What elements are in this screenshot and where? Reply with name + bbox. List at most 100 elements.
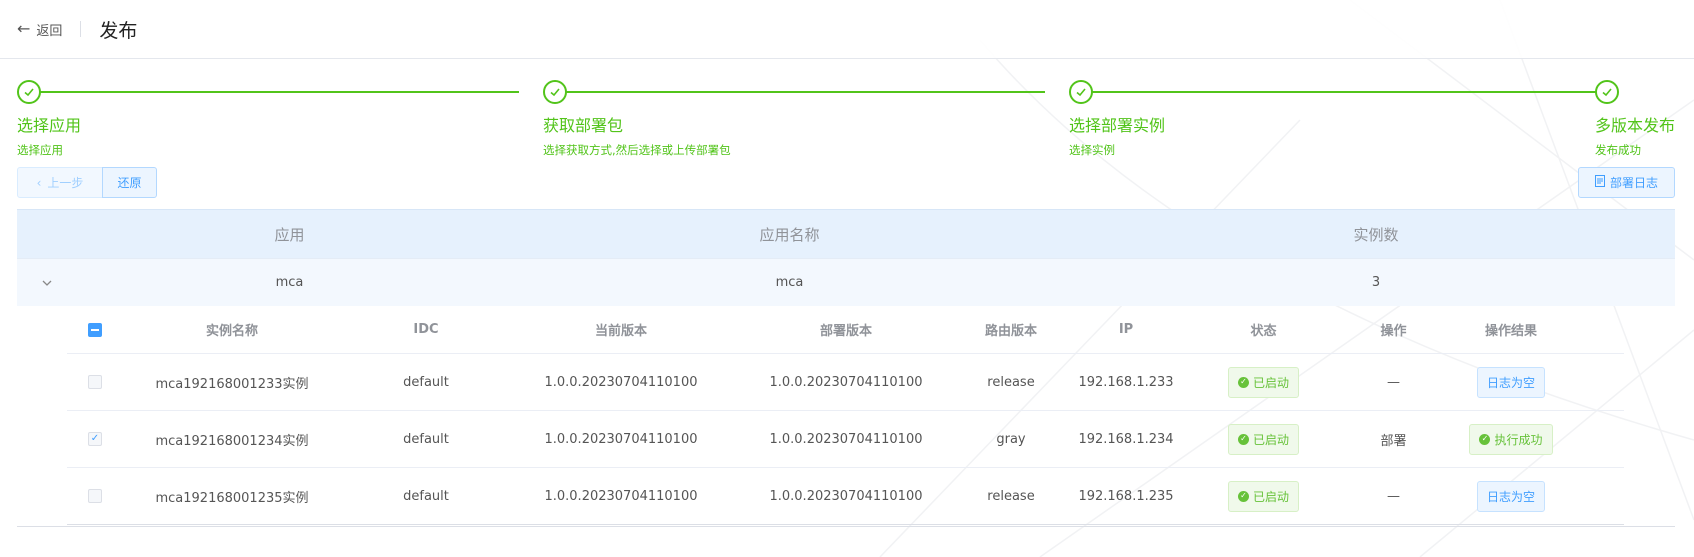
page-header: ← 返回 发布	[0, 0, 1694, 59]
column-header: 状态	[1250, 324, 1277, 339]
step-title: 选择部署实例	[1069, 116, 1166, 135]
ip-cell: 192.168.1.234	[1078, 431, 1174, 447]
status-badge: ✓ 已启动	[1191, 480, 1336, 512]
step-4: 多版本发布 发布成功	[1595, 112, 1675, 158]
table-row[interactable]: mca mca 3	[17, 258, 1675, 306]
column-header: 路由版本	[984, 324, 1037, 339]
back-button[interactable]: ← 返回	[17, 20, 62, 39]
idc-cell: default	[403, 488, 449, 504]
deploy-version: 1.0.0.20230704110100	[769, 488, 923, 504]
operation-cell: 部署	[1380, 433, 1407, 449]
restore-button[interactable]: 还原	[102, 167, 157, 198]
ip-cell: 192.168.1.235	[1078, 488, 1174, 504]
deploy-version: 1.0.0.20230704110100	[769, 374, 923, 390]
step-title: 多版本发布	[1595, 116, 1676, 135]
row-checkbox[interactable]	[67, 489, 123, 503]
step-connector	[1091, 91, 1602, 93]
back-label: 返回	[36, 23, 63, 39]
checkbox-icon	[88, 489, 102, 503]
step-desc: 选择实例	[1069, 143, 1115, 157]
check-circle-icon: ✓	[1479, 433, 1491, 445]
current-version: 1.0.0.20230704110100	[544, 374, 698, 390]
table-row[interactable]: mca192168001235实例 default 1.0.0.20230704…	[67, 468, 1624, 525]
checkbox-icon	[88, 375, 102, 389]
table-bottom-border	[17, 526, 1675, 527]
steps: 选择应用 选择应用 获取部署包 选择获取方式,然后选择或上传部署包 选择部署实例…	[17, 80, 1675, 160]
application-table: 应用 应用名称 实例数 mca mca 3	[17, 209, 1675, 306]
column-header: 当前版本	[594, 324, 647, 339]
status-label: 已启动	[1252, 489, 1289, 504]
status-badge: ✓ 已启动	[1191, 423, 1336, 455]
document-icon	[1594, 175, 1605, 190]
page-title: 发布	[99, 19, 138, 42]
step-desc: 选择获取方式,然后选择或上传部署包	[543, 143, 731, 157]
column-header: 实例数	[1353, 225, 1399, 244]
route-version: release	[987, 488, 1035, 504]
step-check-icon	[1595, 80, 1619, 104]
checkbox-checked-icon: ✓	[88, 432, 102, 446]
result-badge[interactable]: ✓ 执行成功	[1451, 423, 1571, 455]
deploy-version: 1.0.0.20230704110100	[769, 431, 923, 447]
deploy-log-button[interactable]: 部署日志	[1578, 167, 1675, 198]
step-3: 选择部署实例 选择实例	[1069, 112, 1165, 158]
app-name-cell: mca	[775, 275, 804, 290]
table-row[interactable]: ✓ mca192168001234实例 default 1.0.0.202307…	[67, 411, 1624, 468]
step-check-icon	[1069, 80, 1093, 104]
step-title: 获取部署包	[543, 116, 624, 135]
row-checkbox[interactable]: ✓	[67, 432, 123, 446]
instances-cell: 3	[1371, 275, 1381, 290]
operation-cell: —	[1387, 488, 1400, 504]
step-connector	[565, 91, 1045, 93]
prev-step-button[interactable]: ‹ 上一步	[17, 167, 103, 198]
check-circle-icon: ✓	[1237, 376, 1249, 388]
result-label: 日志为空	[1476, 480, 1545, 512]
check-circle-icon: ✓	[1237, 490, 1249, 502]
column-header: IP	[1118, 322, 1134, 337]
step-check-icon	[543, 80, 567, 104]
select-all-checkbox[interactable]	[67, 322, 123, 337]
step-check-icon	[17, 80, 41, 104]
step-1: 选择应用 选择应用	[17, 112, 81, 158]
result-label: 日志为空	[1476, 366, 1545, 398]
route-version: gray	[996, 431, 1026, 447]
route-version: release	[987, 374, 1035, 390]
operation-cell: —	[1387, 374, 1400, 390]
column-header: 实例名称	[205, 324, 258, 339]
header-divider	[80, 21, 82, 37]
instance-name: mca192168001235实例	[155, 490, 309, 506]
prev-step-label: 上一步	[47, 176, 84, 190]
status-label: 已启动	[1252, 375, 1289, 390]
column-header: IDC	[413, 322, 439, 337]
arrow-left-icon: ←	[17, 19, 31, 38]
step-2: 获取部署包 选择获取方式,然后选择或上传部署包	[543, 112, 731, 158]
result-label: 执行成功	[1494, 432, 1543, 447]
step-connector	[39, 91, 519, 93]
table-row[interactable]: mca192168001233实例 default 1.0.0.20230704…	[67, 354, 1624, 411]
step-desc: 发布成功	[1595, 143, 1641, 157]
chevron-left-icon: ‹	[36, 175, 42, 190]
restore-label: 还原	[117, 176, 142, 190]
current-version: 1.0.0.20230704110100	[544, 488, 698, 504]
app-cell: mca	[275, 275, 304, 290]
result-badge[interactable]: 日志为空	[1451, 480, 1571, 512]
application-table-header: 应用 应用名称 实例数	[17, 209, 1675, 258]
column-header: 操作结果	[1484, 324, 1537, 339]
column-header: 应用名称	[759, 225, 820, 244]
step-title: 选择应用	[17, 116, 82, 135]
check-circle-icon: ✓	[1237, 433, 1249, 445]
status-label: 已启动	[1252, 432, 1289, 447]
step-desc: 选择应用	[17, 143, 63, 157]
status-badge: ✓ 已启动	[1191, 366, 1336, 398]
chevron-down-icon[interactable]	[17, 279, 77, 287]
instance-table-header: 实例名称 IDC 当前版本 部署版本 路由版本 IP 状态 操作 操作结果	[67, 306, 1624, 354]
idc-cell: default	[403, 374, 449, 390]
instance-table: 实例名称 IDC 当前版本 部署版本 路由版本 IP 状态 操作 操作结果 mc…	[67, 306, 1624, 525]
column-header: 应用	[274, 225, 305, 244]
ip-cell: 192.168.1.233	[1078, 374, 1174, 390]
row-checkbox[interactable]	[67, 375, 123, 389]
result-badge[interactable]: 日志为空	[1451, 366, 1571, 398]
deploy-log-label: 部署日志	[1609, 176, 1658, 190]
idc-cell: default	[403, 431, 449, 447]
current-version: 1.0.0.20230704110100	[544, 431, 698, 447]
instance-name: mca192168001234实例	[155, 433, 309, 449]
